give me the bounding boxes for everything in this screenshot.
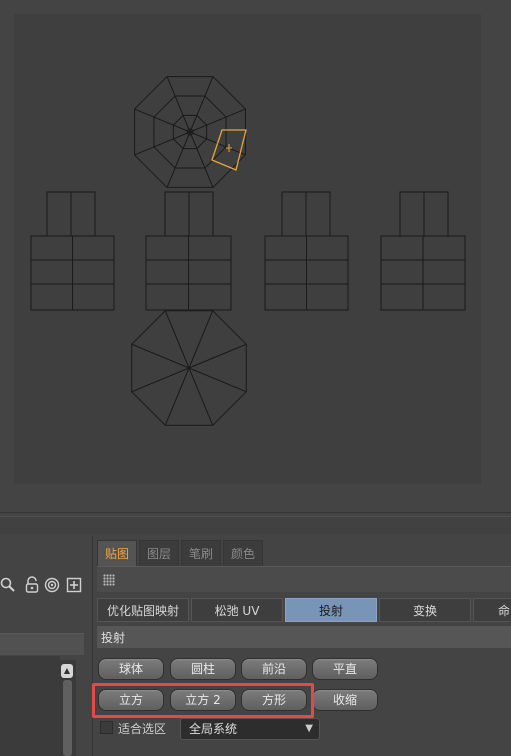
subtab-name[interactable]: 命 <box>473 598 511 622</box>
left-list[interactable] <box>0 656 60 756</box>
subtab-relax-uv[interactable]: 松弛 UV <box>191 598 283 622</box>
tab-color[interactable]: 颜色 <box>223 540 263 566</box>
planar-button[interactable]: 平直 <box>312 658 378 680</box>
scroll-up-icon[interactable]: ▲ <box>61 664 73 678</box>
sphere-button[interactable]: 球体 <box>98 658 164 680</box>
fit-selection-label: 适合选区 <box>118 722 167 736</box>
left-list-header <box>0 633 84 655</box>
panel-splitter[interactable] <box>0 516 511 534</box>
shrink-button[interactable]: 收缩 <box>312 689 378 711</box>
highlight-annotation <box>92 683 314 718</box>
chevron-down-icon: ▼ <box>305 723 313 734</box>
add-icon[interactable] <box>66 576 82 593</box>
subtab-transform[interactable]: 变换 <box>379 598 471 622</box>
subtab-bar: 优化贴图映射 松弛 UV 投射 变换 命 <box>97 598 511 622</box>
scroll-track[interactable] <box>63 680 72 756</box>
target-icon[interactable] <box>44 576 60 593</box>
lock-icon[interactable] <box>24 576 40 593</box>
section-title: 投射 <box>101 631 126 645</box>
uv-layout-canvas[interactable] <box>14 14 481 484</box>
search-icon[interactable] <box>0 576 16 593</box>
left-scrollbar[interactable]: ▲ <box>60 660 76 756</box>
cylinder-button[interactable]: 圆柱 <box>170 658 236 680</box>
front-button[interactable]: 前沿 <box>241 658 307 680</box>
grip-icon[interactable] <box>103 574 115 586</box>
uv-shells <box>30 76 466 426</box>
fit-selection-row: 适合选区 全局系统 ▼ <box>98 718 408 742</box>
panel-toolbar <box>97 566 511 592</box>
tab-layers[interactable]: 图层 <box>139 540 179 566</box>
uv-viewport[interactable] <box>14 14 481 484</box>
subtab-optimize-mapping[interactable]: 优化贴图映射 <box>97 598 189 622</box>
coordinate-system-value: 全局系统 <box>189 722 238 736</box>
divider <box>0 512 511 513</box>
projection-section-header: 投射 <box>97 626 511 648</box>
tab-brush[interactable]: 笔刷 <box>181 540 221 566</box>
subtab-projection[interactable]: 投射 <box>285 598 377 622</box>
coordinate-system-select[interactable]: 全局系统 ▼ <box>180 718 320 740</box>
tab-texture[interactable]: 贴图 <box>97 540 137 566</box>
fit-selection-checkbox[interactable] <box>100 721 113 734</box>
left-toolbar <box>0 574 90 596</box>
